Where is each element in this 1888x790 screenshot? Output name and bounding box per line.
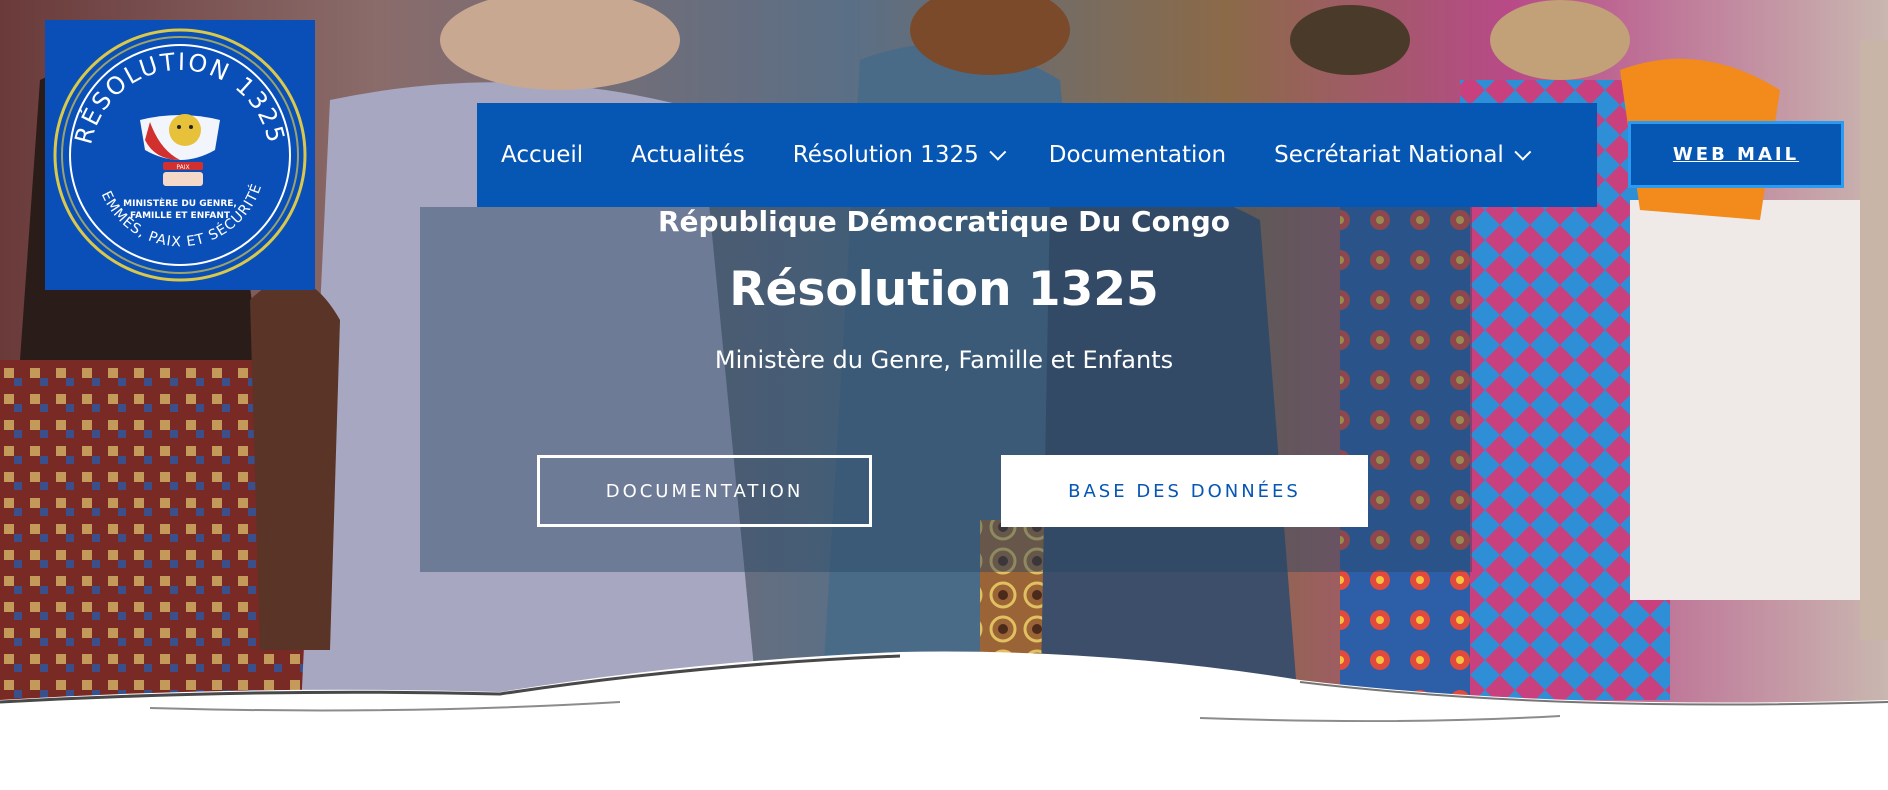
nav-item-label: Résolution 1325 <box>792 142 979 168</box>
wave-divider <box>0 651 1888 790</box>
site-logo[interactable]: RÉSOLUTION 1325 FEMMES, PAIX ET SÉCURITÉ… <box>45 20 315 290</box>
hero-title: Résolution 1325 <box>729 262 1159 317</box>
database-button[interactable]: BASE DES DONNÉES <box>1001 455 1368 527</box>
chevron-down-icon <box>1514 143 1532 161</box>
logo-emblem-motto: PAIX <box>176 164 189 171</box>
logo-emblem-icon: RÉSOLUTION 1325 FEMMES, PAIX ET SÉCURITÉ… <box>45 20 315 290</box>
chevron-down-icon <box>989 143 1007 161</box>
nav-item-label: Accueil <box>501 142 584 168</box>
webmail-button[interactable]: WEB MAIL <box>1628 121 1844 188</box>
nav-item-secretariat-national[interactable]: Secrétariat National <box>1274 142 1532 168</box>
main-navigation: Accueil Actualités Résolution 1325 Docum… <box>477 103 1597 207</box>
nav-item-accueil[interactable]: Accueil <box>501 142 583 168</box>
nav-item-resolution-1325[interactable]: Résolution 1325 <box>792 142 1007 168</box>
nav-item-label: Actualités <box>631 142 745 168</box>
documentation-button[interactable]: DOCUMENTATION <box>537 455 872 527</box>
nav-item-actualites[interactable]: Actualités <box>631 142 745 168</box>
nav-item-label: Documentation <box>1048 142 1227 168</box>
hero-subtitle: Ministère du Genre, Famille et Enfants <box>714 346 1174 374</box>
nav-item-label: Secrétariat National <box>1274 142 1504 168</box>
hero-country: République Démocratique Du Congo <box>657 205 1231 238</box>
nav-item-documentation[interactable]: Documentation <box>1049 142 1226 168</box>
hero-section: RÉSOLUTION 1325 FEMMES, PAIX ET SÉCURITÉ… <box>0 0 1888 790</box>
